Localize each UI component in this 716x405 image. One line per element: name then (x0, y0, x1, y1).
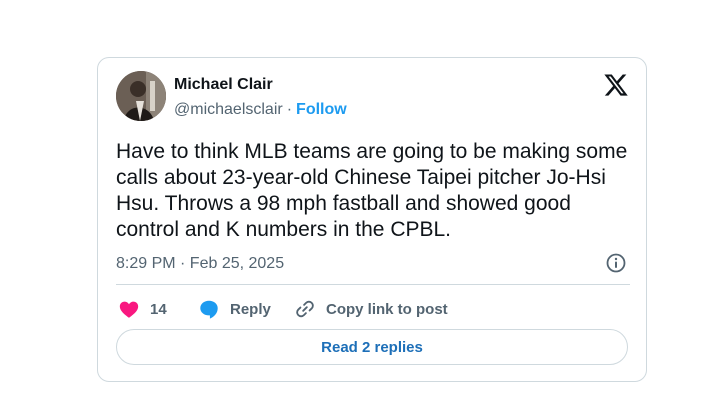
separator-dot: · (286, 101, 293, 118)
divider (116, 284, 630, 285)
info-icon[interactable] (605, 252, 627, 274)
x-logo-icon[interactable] (603, 72, 629, 98)
follow-button[interactable]: Follow (296, 101, 347, 118)
copy-link-label: Copy link to post (326, 300, 448, 318)
author-name[interactable]: Michael Clair (174, 76, 273, 94)
author-handle[interactable]: @michaelsclair (174, 101, 283, 118)
tweet-text: Have to think MLB teams are going to be … (116, 140, 628, 241)
timestamp[interactable]: 8:29 PM · Feb 25, 2025 (116, 255, 284, 273)
heart-icon (119, 301, 139, 318)
like-button[interactable]: 14 (118, 298, 167, 320)
reply-label: Reply (230, 300, 271, 318)
reply-button[interactable]: Reply (198, 298, 271, 320)
like-count: 14 (150, 300, 167, 318)
copy-link-button[interactable]: Copy link to post (294, 298, 448, 320)
speech-bubble-icon (200, 300, 218, 319)
tweet-card: Michael Clair @michaelsclair · Follow Have… (97, 57, 647, 382)
handle-line: @michaelsclair · Follow (174, 101, 347, 119)
link-icon (296, 300, 314, 318)
read-replies-button[interactable]: Read 2 replies (116, 329, 628, 365)
avatar[interactable] (116, 71, 166, 121)
